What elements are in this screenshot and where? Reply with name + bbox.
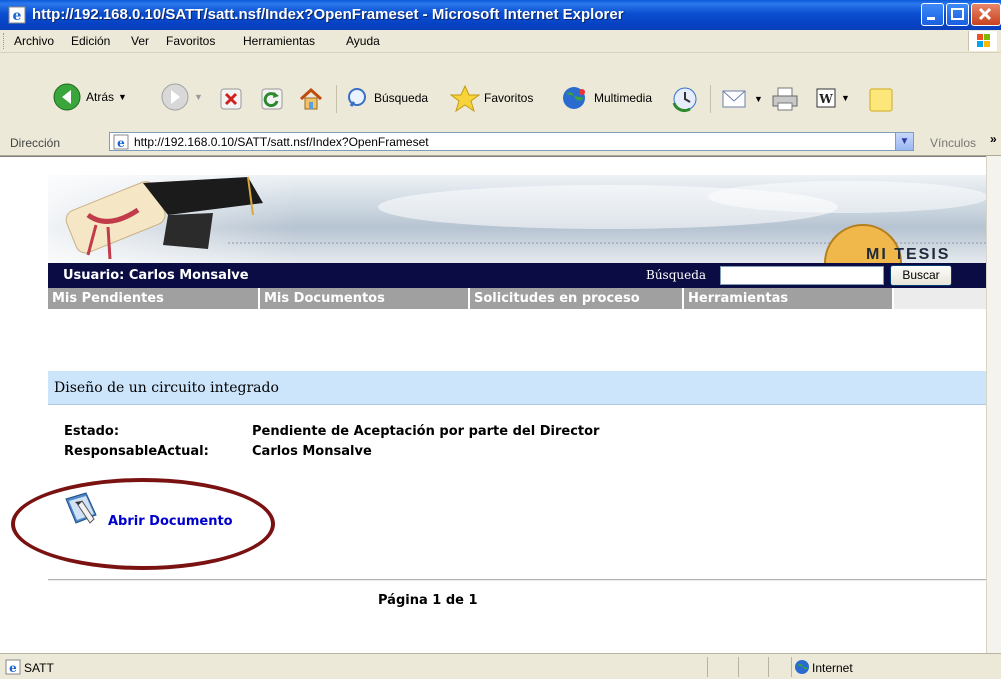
open-document-icon[interactable] [60,489,100,529]
menu-ayuda[interactable]: Ayuda [346,34,380,48]
menu-ver[interactable]: Ver [131,34,149,48]
word-edit-icon: W [816,88,836,108]
user-name: Usuario: Carlos Monsalve [63,268,249,283]
media-globe-icon [563,87,585,109]
tab-mis-pendientes[interactable]: Mis Pendientes [48,288,260,309]
address-label: Dirección [10,136,61,150]
toolbar-separator [336,85,337,113]
media-button[interactable]: Multimedia [560,84,652,112]
mail-dropdown-icon[interactable]: ▼ [754,94,763,104]
banner-logo-text: MI TESIS [866,246,950,263]
tab-solicitudes-en-proceso[interactable]: Solicitudes en proceso [470,288,684,309]
favorites-button[interactable]: Favoritos [450,84,533,112]
status-bar: e SATT Internet [0,653,1001,679]
maximize-icon [951,8,964,20]
refresh-icon[interactable] [260,87,284,111]
back-dropdown-icon[interactable]: ▼ [118,92,127,102]
svg-text:W: W [818,92,833,106]
forward-dropdown-icon[interactable]: ▼ [194,92,203,102]
menu-favoritos[interactable]: Favoritos [166,34,215,48]
internet-zone-icon [795,660,809,674]
search-icon [348,88,366,107]
menu-archivo[interactable]: Archivo [14,34,54,48]
back-arrow-icon [53,83,81,111]
responsable-label: ResponsableActual: [64,444,209,459]
window-title: http://192.168.0.10/SATT/satt.nsf/Index?… [32,6,624,23]
menu-herramientas[interactable]: Herramientas [243,34,315,48]
estado-value: Pendiente de Aceptación por parte del Di… [252,424,600,439]
menu-edicion[interactable]: Edición [71,34,110,48]
header-banner: MI TESIS [48,175,986,263]
status-cell [768,657,769,677]
search-input[interactable] [720,266,884,285]
divider [48,579,986,581]
svg-text:e: e [117,136,125,150]
edit-dropdown-icon[interactable]: ▼ [841,93,850,103]
close-button[interactable] [971,3,1001,26]
search-button[interactable]: Buscar [890,265,952,286]
search-button[interactable]: Búsqueda [346,86,428,110]
minimize-icon [927,17,935,20]
close-icon [978,7,992,21]
stop-icon[interactable] [219,87,243,111]
menu-bar: Archivo Edición Ver Favoritos Herramient… [0,30,1001,53]
pagination-text: Página 1 de 1 [378,593,478,608]
title-bar[interactable]: e http://192.168.0.10/SATT/satt.nsf/Inde… [0,0,1001,30]
nav-bar: Usuario: Carlos Monsalve Búsqueda Buscar [48,263,986,288]
history-icon[interactable] [670,85,700,113]
toolbar-separator [710,85,711,113]
messenger-note-icon[interactable] [866,85,896,115]
address-bar: Dirección e http://192.168.0.10/SATT/sat… [0,129,1001,156]
document-title-bar: Diseño de un circuito integrado [48,371,986,405]
tabs-row: Mis Pendientes Mis Documentos Solicitude… [48,288,986,309]
page-content: MI TESIS Usuario: Carlos Monsalve Búsque… [0,156,1001,653]
back-button[interactable]: Atrás ▼ [52,82,127,112]
windows-flag-icon [977,34,990,47]
page-status-icon: e [5,659,21,675]
ie-icon: e [8,6,26,24]
address-url: http://192.168.0.10/SATT/satt.nsf/Index?… [134,135,429,149]
favorites-label: Favoritos [484,91,534,105]
star-icon [450,84,480,112]
maximize-button[interactable] [946,3,969,26]
security-zone: Internet [812,661,853,675]
search-label: Búsqueda [646,268,707,282]
print-icon[interactable] [770,85,800,113]
banner-graphic: MI TESIS [48,175,986,263]
edit-button[interactable]: W ▼ [815,87,850,109]
browser-window: e http://192.168.0.10/SATT/satt.nsf/Inde… [0,0,1001,679]
forward-button[interactable]: ▼ [160,82,203,112]
home-icon[interactable] [297,85,325,113]
windows-logo [968,31,997,51]
address-input[interactable]: e http://192.168.0.10/SATT/satt.nsf/Inde… [109,132,914,151]
svg-text:e: e [13,8,22,24]
status-cell [738,657,739,677]
links-label[interactable]: Vínculos [930,136,976,150]
mail-icon [722,90,746,108]
open-document-link[interactable]: Abrir Documento [108,514,233,529]
responsable-value: Carlos Monsalve [252,444,372,459]
page-icon: e [113,134,129,150]
document-title: Diseño de un circuito integrado [54,380,279,396]
svg-text:e: e [9,661,17,675]
status-cell [707,657,708,677]
media-label: Multimedia [594,91,653,105]
links-chevron-icon[interactable]: » [990,132,997,146]
status-text: SATT [24,661,54,675]
status-cell [791,657,792,677]
estado-label: Estado: [64,424,120,439]
vertical-scrollbar[interactable] [986,156,1001,653]
standard-toolbar: Atrás ▼ ▼ Búsqueda Favoritos Multimedia … [0,53,1001,130]
tab-herramientas[interactable]: Herramientas [684,288,894,309]
search-label: Búsqueda [374,91,429,105]
back-label: Atrás [86,90,115,104]
address-dropdown-icon[interactable]: ▼ [895,133,913,150]
menu-grip [3,33,6,49]
forward-arrow-icon [161,83,189,111]
minimize-button[interactable] [921,3,944,26]
tab-mis-documentos[interactable]: Mis Documentos [260,288,470,309]
mail-button[interactable]: ▼ [720,85,763,113]
